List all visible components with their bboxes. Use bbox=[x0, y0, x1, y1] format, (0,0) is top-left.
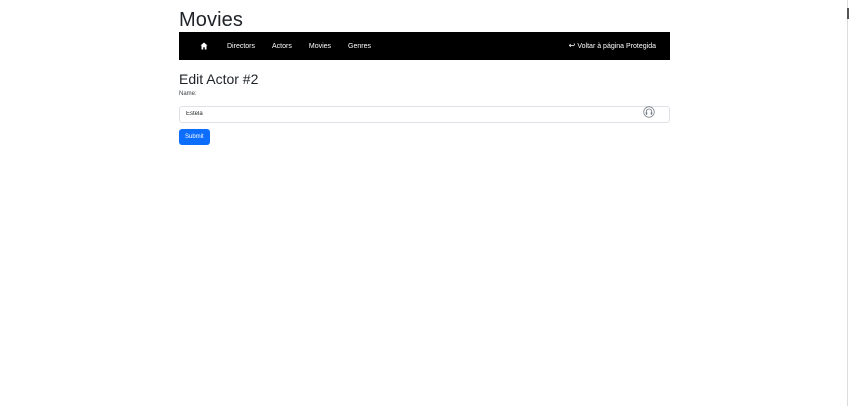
headset-icon-glyph bbox=[643, 106, 655, 118]
nav-link-genres[interactable]: Genres bbox=[348, 43, 371, 50]
home-icon[interactable] bbox=[199, 41, 209, 51]
back-link-label: Voltar à página Protegida bbox=[577, 42, 656, 50]
nav-link-actors[interactable]: Actors bbox=[272, 43, 292, 50]
submit-button[interactable]: Submit bbox=[179, 129, 210, 145]
name-input[interactable] bbox=[179, 105, 670, 123]
back-to-protected-link[interactable]: ↩ Voltar à página Protegida bbox=[569, 42, 656, 50]
main-container: Movies Directors Actors Movies Genres ↩ … bbox=[179, 0, 670, 145]
name-field-wrapper bbox=[179, 102, 670, 123]
headset-icon[interactable] bbox=[643, 105, 655, 118]
site-title: Movies bbox=[179, 9, 243, 31]
nav-link-directors[interactable]: Directors bbox=[227, 43, 255, 50]
nav-link-movies[interactable]: Movies bbox=[309, 43, 331, 50]
navbar: Directors Actors Movies Genres ↩ Voltar … bbox=[179, 32, 670, 60]
page: Movies Directors Actors Movies Genres ↩ … bbox=[0, 0, 849, 406]
page-title: Edit Actor #2 bbox=[179, 71, 259, 87]
scrollbar-track[interactable] bbox=[847, 0, 848, 406]
name-label: Name: bbox=[179, 91, 197, 97]
return-arrow-icon: ↩ bbox=[568, 41, 576, 50]
home-icon-glyph bbox=[200, 42, 208, 50]
